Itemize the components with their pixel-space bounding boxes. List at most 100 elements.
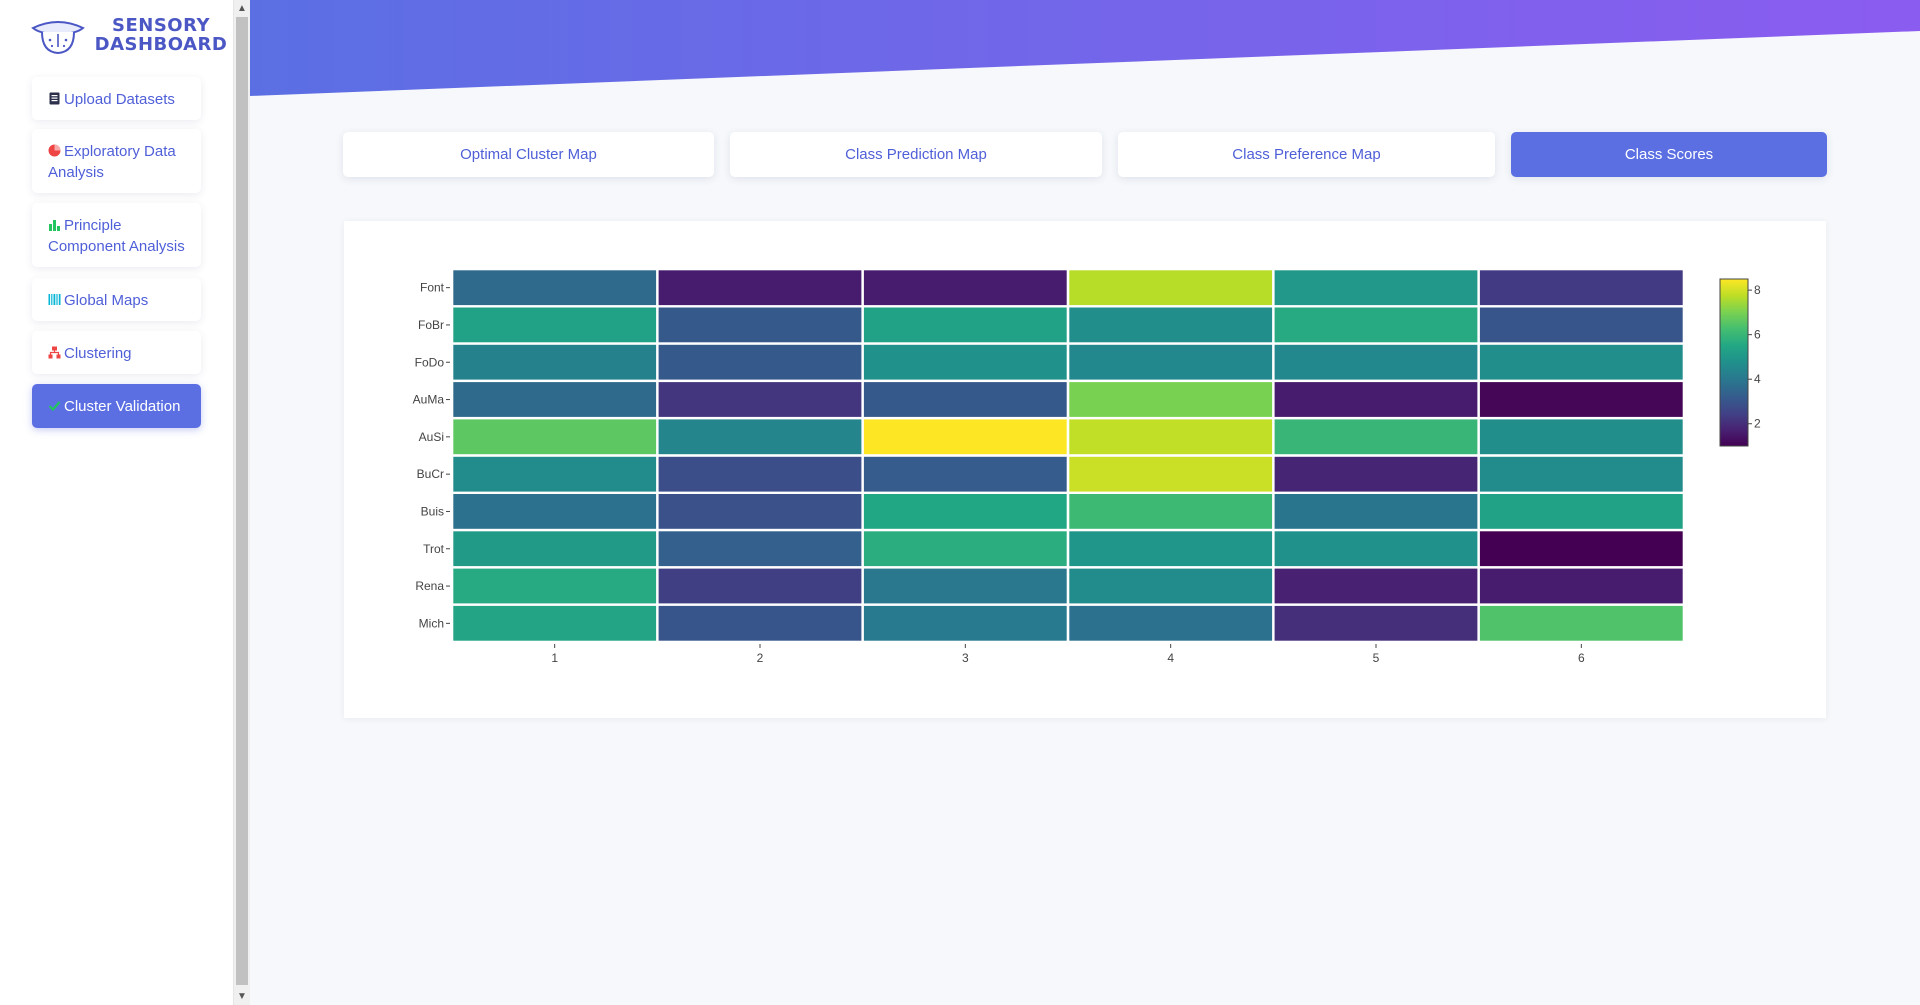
heatmap-cell[interactable] <box>1479 531 1683 567</box>
nav-label: Cluster Validation <box>64 398 181 415</box>
heatmap-cell[interactable] <box>1479 494 1683 529</box>
heatmap-cell[interactable] <box>658 568 862 604</box>
heatmap-cell[interactable] <box>1479 344 1683 380</box>
heatmap-cell[interactable] <box>1069 307 1273 343</box>
heatmap-cell[interactable] <box>453 494 657 529</box>
heatmap-cell[interactable] <box>453 270 657 306</box>
scroll-down-icon[interactable]: ▼ <box>234 988 250 1005</box>
heatmap-cell[interactable] <box>863 344 1067 380</box>
class-scores-heatmap[interactable]: Font FoBr FoDo AuMa AuSi BuCr Buis Trot Rena Mich… <box>344 221 1826 718</box>
nav-exploratory-data-analysis[interactable]: Exploratory Data Analysis <box>32 129 201 193</box>
heatmap-cell[interactable] <box>1479 456 1683 492</box>
tab-optimal-cluster-map[interactable]: Optimal Cluster Map <box>343 132 714 177</box>
heatmap-cell[interactable] <box>863 531 1067 567</box>
heatmap-cell[interactable] <box>863 270 1067 306</box>
heatmap-cell[interactable] <box>453 568 657 604</box>
y-tick-label: AuMa <box>413 393 445 407</box>
heatmap-cell[interactable] <box>453 382 657 417</box>
heatmap-cell[interactable] <box>1479 605 1683 641</box>
heatmap-cell[interactable] <box>1069 456 1273 492</box>
heatmap-cell[interactable] <box>658 494 862 529</box>
heatmap-cell[interactable] <box>1274 344 1478 380</box>
app-title: SENSORY DASHBOARD <box>94 15 228 55</box>
tab-class-prediction-map[interactable]: Class Prediction Map <box>730 132 1102 177</box>
heatmap-cell[interactable] <box>1069 494 1273 529</box>
nav-label: Global Maps <box>64 292 149 309</box>
heatmap-cell[interactable] <box>863 307 1067 343</box>
nav-principle-component-analysis[interactable]: Principle Component Analysis <box>32 203 201 267</box>
nav-upload-datasets[interactable]: Upload Datasets <box>32 77 201 120</box>
app-logo[interactable]: SENSORY DASHBOARD <box>30 14 227 60</box>
heatmap-cell[interactable] <box>1274 531 1478 567</box>
heatmap-cell[interactable] <box>658 307 862 343</box>
heatmap-cell[interactable] <box>1479 419 1683 455</box>
heatmap-cell[interactable] <box>453 344 657 380</box>
heatmap-cell[interactable] <box>1069 419 1273 455</box>
tab-class-scores[interactable]: Class Scores <box>1511 132 1827 177</box>
chart-card: Font FoBr FoDo AuMa AuSi BuCr Buis Trot Rena Mich… <box>344 221 1826 718</box>
heatmap-cell[interactable] <box>1069 531 1273 567</box>
heatmap-cell[interactable] <box>658 382 862 417</box>
heatmap-cell[interactable] <box>863 605 1067 641</box>
heatmap-cell[interactable] <box>1069 382 1273 417</box>
heatmap-cell[interactable] <box>1479 307 1683 343</box>
heatmap-cell[interactable] <box>1069 344 1273 380</box>
heatmap-cell[interactable] <box>658 270 862 306</box>
bar-chart-icon <box>49 220 60 231</box>
tab-class-preference-map[interactable]: Class Preference Map <box>1118 132 1495 177</box>
nav-global-maps[interactable]: Global Maps <box>32 278 201 321</box>
heatmap-cell[interactable] <box>453 419 657 455</box>
heatmap-cell[interactable] <box>658 456 862 492</box>
heatmap-cell[interactable] <box>1479 382 1683 417</box>
nav-label: Upload Datasets <box>64 91 175 108</box>
heatmap-cell[interactable] <box>1274 568 1478 604</box>
heatmap-cell[interactable] <box>1274 494 1478 529</box>
heatmap-cell[interactable] <box>1069 568 1273 604</box>
sidebar-scrollbar[interactable]: ▲ ▼ <box>233 0 250 1005</box>
heatmap-cell[interactable] <box>1274 605 1478 641</box>
nav-clustering[interactable]: Clustering <box>32 331 201 374</box>
heatmap-cell[interactable] <box>1274 382 1478 417</box>
colorbar-tick-label: 4 <box>1754 372 1761 386</box>
heatmap-cell[interactable] <box>863 456 1067 492</box>
heatmap-cell[interactable] <box>1274 456 1478 492</box>
x-tick-label: 3 <box>962 651 969 665</box>
heatmap-cell[interactable] <box>863 494 1067 529</box>
y-tick-label: Buis <box>421 504 444 518</box>
colorbar <box>1719 278 1749 447</box>
heatmap-cell[interactable] <box>863 382 1067 417</box>
x-tick-label: 4 <box>1167 651 1174 665</box>
heatmap-cell[interactable] <box>658 531 862 567</box>
y-tick-label: Mich <box>419 616 444 630</box>
heatmap-cell[interactable] <box>453 456 657 492</box>
x-tick-label: 5 <box>1373 651 1380 665</box>
heatmap-cell[interactable] <box>1274 307 1478 343</box>
nav-label: Exploratory Data Analysis <box>48 143 176 181</box>
heatmap-cell[interactable] <box>863 568 1067 604</box>
barcode-icon <box>48 294 61 305</box>
x-tick-label: 6 <box>1578 651 1585 665</box>
heatmap-cell[interactable] <box>658 344 862 380</box>
check-icon <box>48 401 61 412</box>
y-tick-label: FoBr <box>418 318 444 332</box>
heatmap-cell[interactable] <box>453 605 657 641</box>
heatmap-cell[interactable] <box>1274 270 1478 306</box>
colorbar-tick-label: 2 <box>1754 417 1761 431</box>
heatmap-cell[interactable] <box>453 531 657 567</box>
scrollbar-thumb[interactable] <box>236 17 248 985</box>
scroll-up-icon[interactable]: ▲ <box>234 0 250 17</box>
heatmap-cell[interactable] <box>658 419 862 455</box>
sitemap-icon <box>48 346 61 359</box>
heatmap-cell[interactable] <box>1069 605 1273 641</box>
x-tick-label: 1 <box>551 651 558 665</box>
heatmap-cell[interactable] <box>863 419 1067 455</box>
file-icon <box>49 92 60 105</box>
heatmap-cell[interactable] <box>658 605 862 641</box>
heatmap-cell[interactable] <box>1479 270 1683 306</box>
nav-cluster-validation[interactable]: Cluster Validation <box>32 384 201 428</box>
y-tick-label: AuSi <box>419 430 444 444</box>
heatmap-cell[interactable] <box>453 307 657 343</box>
heatmap-cell[interactable] <box>1479 568 1683 604</box>
heatmap-cell[interactable] <box>1274 419 1478 455</box>
heatmap-cell[interactable] <box>1069 270 1273 306</box>
